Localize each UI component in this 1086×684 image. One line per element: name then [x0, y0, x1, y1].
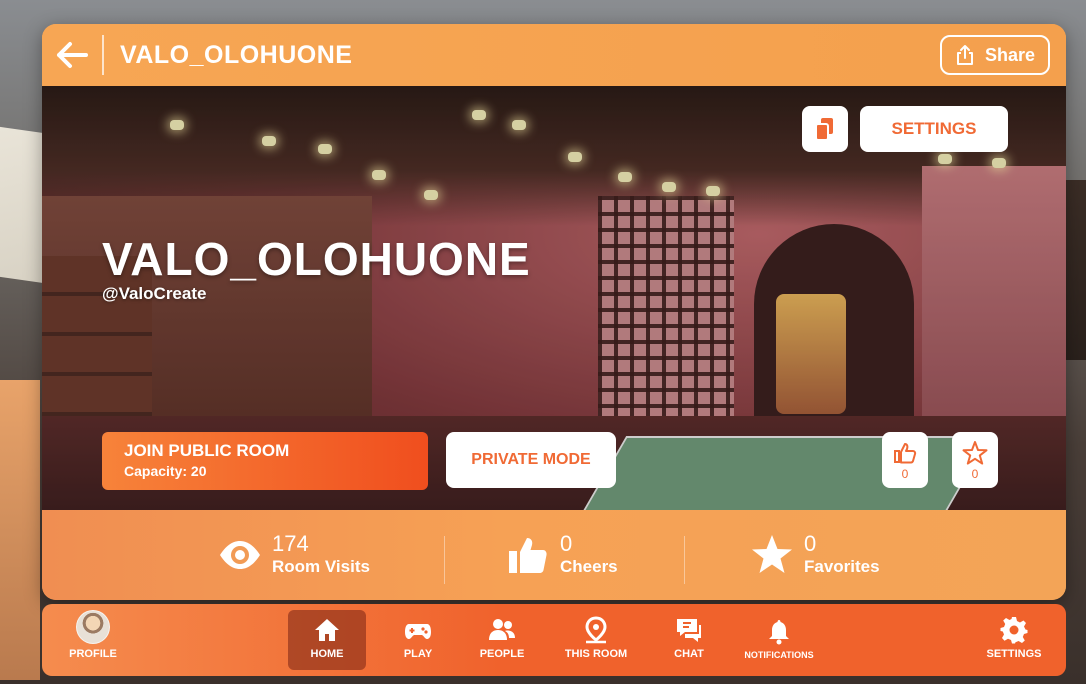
share-button[interactable]: Share — [940, 35, 1050, 75]
favorites-count: 0 — [804, 531, 817, 556]
capacity-label: Capacity: 20 — [124, 463, 207, 479]
nav-this-room[interactable]: THIS ROOM — [554, 610, 638, 670]
header-divider — [102, 35, 104, 75]
gamepad-icon — [405, 624, 431, 639]
stat-cheers: 0 Cheers — [506, 528, 618, 582]
nav-label: PLAY — [403, 648, 433, 660]
page-title: VALO_OLOHUONE — [120, 40, 353, 69]
favorite-count: 0 — [971, 466, 979, 481]
thumbs-up-icon — [509, 538, 547, 573]
stats-divider — [444, 536, 445, 584]
world-floor — [0, 380, 40, 680]
wall-poster — [0, 126, 44, 284]
location-pin-icon — [585, 616, 607, 644]
stats-divider — [684, 536, 685, 584]
chat-icon — [677, 619, 701, 642]
join-public-room-button[interactable]: JOIN PUBLIC ROOM Capacity: 20 — [102, 432, 428, 490]
nav-label: PEOPLE — [479, 648, 525, 660]
favorite-button[interactable]: 0 — [952, 432, 998, 488]
visits-count: 174 — [272, 531, 309, 556]
back-button[interactable] — [42, 24, 102, 86]
nav-chat[interactable]: CHAT — [662, 610, 716, 670]
nav-notifications[interactable]: NOTIFICATIONS — [734, 610, 824, 670]
header-bar: VALO_OLOHUONE Share — [42, 24, 1066, 86]
visits-label: Room Visits — [272, 557, 370, 576]
room-panel: VALO_OLOHUONE Share VALO_OLOHUONE @ValoC… — [42, 24, 1066, 600]
nav-label: NOTIFICATIONS — [744, 650, 814, 660]
star-outline-icon — [962, 440, 988, 465]
copy-room-button[interactable] — [802, 106, 848, 152]
room-stats: 174 Room Visits 0 Cheers 0 Favorites — [42, 510, 1066, 600]
private-mode-button[interactable]: PRIVATE MODE — [446, 432, 616, 488]
stat-favorites: 0 Favorites — [750, 528, 880, 582]
copy-icon — [815, 118, 833, 141]
share-label: Share — [984, 44, 1036, 65]
room-hero-image: VALO_OLOHUONE @ValoCreate SETTINGS JOIN … — [42, 86, 1066, 510]
room-settings-button[interactable]: SETTINGS — [860, 106, 1008, 152]
bottom-nav: PROFILE HOME PLAY PEOPLE THIS ROOM CHAT … — [42, 604, 1066, 676]
avatar — [76, 610, 110, 644]
room-creator[interactable]: @ValoCreate — [102, 284, 206, 304]
nav-play[interactable]: PLAY — [388, 610, 448, 670]
join-label: JOIN PUBLIC ROOM — [124, 441, 290, 460]
room-name: VALO_OLOHUONE — [102, 233, 531, 285]
nav-people[interactable]: PEOPLE — [470, 610, 534, 670]
people-icon — [489, 619, 515, 640]
nav-label: CHAT — [674, 648, 704, 660]
nav-label: HOME — [310, 648, 344, 660]
arrow-left-icon — [57, 42, 88, 68]
nav-settings[interactable]: SETTINGS — [978, 610, 1050, 670]
gear-icon — [1000, 617, 1028, 644]
eye-icon — [220, 541, 260, 569]
star-icon — [752, 535, 792, 573]
nav-label: THIS ROOM — [564, 648, 628, 660]
stat-visits: 174 Room Visits — [218, 528, 370, 582]
thumbs-up-icon — [894, 442, 917, 463]
nav-home[interactable]: HOME — [288, 610, 366, 670]
cheers-label: Cheers — [560, 557, 618, 576]
cheers-count: 0 — [560, 531, 573, 556]
nav-profile[interactable]: PROFILE — [58, 610, 128, 670]
share-icon — [956, 45, 973, 65]
favorites-label: Favorites — [804, 557, 880, 576]
nav-label: SETTINGS — [986, 648, 1042, 660]
home-icon — [315, 619, 339, 641]
cheer-button[interactable]: 0 — [882, 432, 928, 488]
bell-icon — [769, 620, 789, 645]
cheer-count: 0 — [901, 466, 909, 481]
nav-label: PROFILE — [69, 648, 117, 660]
